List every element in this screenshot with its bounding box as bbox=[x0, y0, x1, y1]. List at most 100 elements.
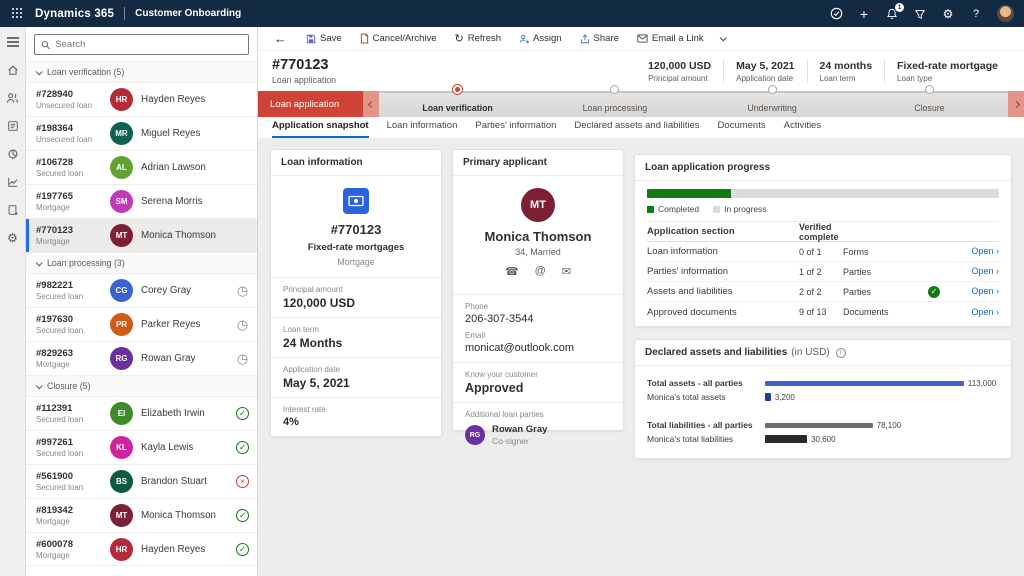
header-field-principal-amount: 120,000 USD Principal amount bbox=[636, 60, 723, 83]
insights-donut-icon[interactable] bbox=[6, 147, 19, 160]
loan-party-row[interactable]: RG Rowan Gray Co-signer bbox=[465, 424, 611, 446]
info-icon[interactable]: i bbox=[836, 348, 846, 358]
open-link[interactable]: Open › bbox=[971, 307, 999, 317]
notification-badge: 1 bbox=[895, 3, 904, 12]
approved-check-icon: ✓ bbox=[236, 543, 249, 556]
list-item[interactable]: #198364Unsecured loan MR Miguel Reyes bbox=[26, 116, 257, 150]
additional-loan-parties: Additional loan parties RG Rowan Gray Co… bbox=[453, 402, 623, 453]
bpf-previous-arrow[interactable] bbox=[363, 91, 379, 117]
assign-person-icon bbox=[519, 34, 529, 44]
mail-icon[interactable]: ✉ bbox=[562, 265, 571, 278]
bpf-stage-closure[interactable]: Closure bbox=[851, 91, 1008, 117]
bpf-next-arrow[interactable] bbox=[1008, 91, 1024, 117]
rejected-cross-icon: × bbox=[236, 475, 249, 488]
brand-title: Dynamics 365 bbox=[35, 8, 114, 20]
tab-activities[interactable]: Activities bbox=[784, 120, 821, 138]
field-loan-term: Loan term 24 Months bbox=[271, 317, 441, 357]
stage-active-dot-icon bbox=[452, 84, 463, 95]
list-item[interactable]: #106728Secured loan AL Adrian Lawson bbox=[26, 150, 257, 184]
list-item-selected[interactable]: #770123Mortgage MT Monica Thomson bbox=[26, 218, 257, 252]
avatar: AL bbox=[110, 156, 133, 179]
record-title: #770123 bbox=[272, 57, 336, 73]
loan-id: #770123 bbox=[281, 222, 431, 237]
list-item[interactable]: #197630Secured loan PR Parker Reyes ◷ bbox=[26, 307, 257, 341]
open-link[interactable]: Open › bbox=[971, 266, 999, 276]
check-circle-icon[interactable] bbox=[829, 7, 843, 21]
applicant-demographics: 34, Married bbox=[463, 247, 613, 257]
applicant-avatar: MT bbox=[521, 188, 555, 222]
list-item[interactable]: #829263Mortgage RG Rowan Gray ◷ bbox=[26, 341, 257, 375]
clipboard-add-icon[interactable] bbox=[6, 203, 19, 216]
share-button[interactable]: Share bbox=[573, 30, 626, 47]
chevron-down-icon bbox=[36, 382, 43, 389]
at-sign-icon[interactable]: @ bbox=[535, 265, 546, 278]
bpf-stage-underwriting[interactable]: Underwriting bbox=[694, 91, 851, 117]
group-header-loan-processing[interactable]: Loan processing (3) bbox=[26, 252, 257, 273]
tab-application-snapshot[interactable]: Application snapshot bbox=[272, 120, 369, 138]
chevron-down-icon bbox=[36, 68, 43, 75]
search-icon bbox=[41, 40, 50, 50]
assign-button[interactable]: Assign bbox=[512, 30, 569, 47]
help-icon[interactable]: ? bbox=[969, 7, 983, 21]
save-button[interactable]: Save bbox=[299, 30, 349, 47]
envelope-icon bbox=[637, 34, 648, 43]
list-item[interactable]: #982221Secured loan CG Corey Gray ◷ bbox=[26, 273, 257, 307]
record-list-panel: Loan verification (5) #728940Unsecured l… bbox=[26, 27, 258, 576]
back-button[interactable]: ← bbox=[266, 31, 295, 46]
pending-clock-icon: ◷ bbox=[236, 284, 249, 297]
list-item[interactable]: #819342Mortgage MT Monica Thomson ✓ bbox=[26, 498, 257, 532]
cancel-archive-button[interactable]: Cancel/Archive bbox=[353, 30, 444, 47]
content-area: Loan information #770123 Fixed-rate mort… bbox=[258, 139, 1024, 576]
list-item[interactable]: #728940Unsecured loan HR Hayden Reyes bbox=[26, 82, 257, 116]
list-item[interactable]: #197765Mortgage SM Serena Morris bbox=[26, 184, 257, 218]
save-icon bbox=[306, 34, 316, 44]
group-header-loan-verification[interactable]: Loan verification (5) bbox=[26, 61, 257, 82]
tab-declared-assets-liabilities[interactable]: Declared assets and liabilities bbox=[574, 120, 699, 138]
filter-icon[interactable] bbox=[913, 7, 927, 21]
contacts-icon[interactable] bbox=[6, 91, 19, 104]
phone-icon[interactable]: ☎ bbox=[505, 265, 519, 278]
settings-gear-icon[interactable]: ⚙ bbox=[6, 231, 19, 244]
home-icon[interactable] bbox=[6, 63, 19, 76]
tab-parties-information[interactable]: Parties' information bbox=[475, 120, 556, 138]
records-book-icon[interactable] bbox=[6, 119, 19, 132]
list-item[interactable]: #600078Mortgage HR Hayden Reyes ✓ bbox=[26, 532, 257, 566]
email-link-button[interactable]: Email a Link bbox=[630, 30, 711, 47]
more-commands-button[interactable] bbox=[715, 33, 730, 44]
avatar: SM bbox=[110, 190, 133, 213]
list-item[interactable]: #561900Secured loan BS Brandon Stuart × bbox=[26, 464, 257, 498]
card-loan-information: Loan information #770123 Fixed-rate mort… bbox=[270, 149, 442, 437]
avatar: MT bbox=[110, 224, 133, 247]
search-box[interactable] bbox=[34, 34, 249, 55]
refresh-button[interactable]: ↻ Refresh bbox=[448, 29, 508, 48]
bpf-stage-loan-verification[interactable]: Loan verification bbox=[379, 91, 536, 117]
hamburger-menu-icon[interactable] bbox=[6, 35, 19, 48]
bpf-stage-box-loan-application[interactable]: Loan application bbox=[258, 91, 363, 117]
header-field-loan-term: 24 months Loan term bbox=[807, 60, 885, 83]
assets-bar-chart: Total assets - all parties 113,000 Monic… bbox=[635, 366, 1011, 458]
search-input[interactable] bbox=[55, 39, 242, 50]
tab-documents[interactable]: Documents bbox=[718, 120, 766, 138]
bpf-stage-loan-processing[interactable]: Loan processing bbox=[536, 91, 693, 117]
plus-icon[interactable]: + bbox=[857, 7, 871, 21]
header-field-application-date: May 5, 2021 Application date bbox=[723, 60, 806, 83]
bell-icon[interactable]: 1 bbox=[885, 7, 899, 21]
waffle-menu-icon[interactable] bbox=[12, 8, 23, 19]
nav-rail: ⚙ bbox=[0, 27, 26, 576]
bar bbox=[765, 435, 807, 443]
group-header-closure[interactable]: Closure (5) bbox=[26, 375, 257, 396]
bar-value: 30,600 bbox=[811, 435, 835, 444]
gear-icon[interactable]: ⚙ bbox=[941, 7, 955, 21]
open-link[interactable]: Open › bbox=[971, 246, 999, 256]
bar-row-monica-liabilities: Monica's total liabilities 30,600 bbox=[647, 434, 999, 444]
list-item[interactable]: #112391Secured loan EI Elizabeth Irwin ✓ bbox=[26, 396, 257, 430]
line-chart-icon[interactable] bbox=[6, 175, 19, 188]
chevron-right-icon bbox=[1012, 100, 1019, 107]
app-name[interactable]: Customer Onboarding bbox=[135, 8, 241, 19]
stage-dot-icon bbox=[925, 85, 934, 94]
open-link[interactable]: Open › bbox=[971, 286, 999, 296]
avatar: MR bbox=[110, 122, 133, 145]
list-item[interactable]: #997261Secured loan KL Kayla Lewis ✓ bbox=[26, 430, 257, 464]
tab-loan-information[interactable]: Loan information bbox=[387, 120, 458, 138]
user-avatar[interactable] bbox=[997, 5, 1014, 22]
